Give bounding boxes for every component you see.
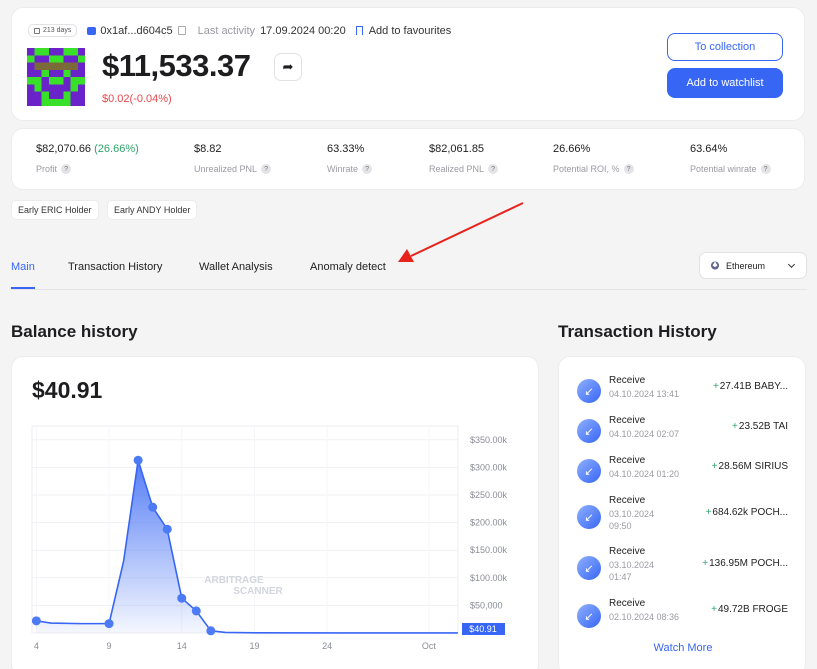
chart-area-fill: [36, 460, 458, 633]
share-button[interactable]: ➦: [274, 53, 302, 81]
help-icon[interactable]: ?: [362, 164, 373, 174]
transaction-history-title: Transaction History: [558, 322, 717, 341]
to-collection-button[interactable]: To collection: [667, 33, 783, 61]
wallet-header-card: 213 days 0x1af...d604c5 Last activity 17…: [11, 7, 805, 121]
watermark-line1: ARBITRAGE: [204, 575, 264, 586]
list-item[interactable]: ↙ Receive 03.10.2024 01:47 +136.95M POCH…: [577, 546, 792, 594]
chart-x-tick-label: 4: [34, 641, 39, 651]
holder-tag[interactable]: Early ANDY Holder: [107, 200, 198, 220]
receive-arrow-icon: ↙: [577, 419, 601, 443]
stat-potential-roi: 26.66% Potential ROI, %?: [553, 143, 634, 174]
chart-x-tick-label: 14: [177, 641, 187, 651]
add-to-favourites-link[interactable]: Add to favourites: [369, 25, 452, 37]
ethereum-icon: [710, 261, 720, 270]
help-icon[interactable]: ?: [488, 164, 499, 174]
chart-y-ticks: $50,000 $100.00k $150.00k $200.00k $250.00k $…: [470, 435, 508, 611]
chart-data-point: [133, 455, 143, 465]
chart-y-tick-label: $250.00k: [470, 490, 508, 500]
help-icon[interactable]: ?: [760, 164, 771, 174]
chart-y-tick-label: $300.00k: [470, 462, 508, 472]
tab-wallet-analysis[interactable]: Wallet Analysis: [199, 261, 273, 273]
tab-transaction-history[interactable]: Transaction History: [68, 261, 162, 273]
last-activity-value: 17.09.2024 00:20: [260, 24, 346, 37]
help-icon[interactable]: ?: [623, 164, 634, 174]
share-icon: ➦: [282, 59, 294, 74]
wallet-age-badge: 213 days: [28, 24, 78, 37]
holder-tag[interactable]: Early ERIC Holder: [11, 200, 99, 220]
balance-history-card: $40.91 ARBITRAGE SCANNER $50,000 $100.00k…: [11, 356, 539, 669]
wallet-stats-card: $82,070.66 (26.66%) Profit? $8.82 Unreal…: [11, 128, 805, 190]
chart-y-tick-label: $50,000: [470, 600, 503, 610]
chart-area-series: [36, 459, 458, 634]
chart-x-ticks: 4 9 14 19 24 Oct: [34, 641, 437, 651]
help-icon[interactable]: ?: [61, 164, 72, 174]
active-tab-indicator: [11, 287, 35, 289]
list-item[interactable]: ↙ Receive 04.10.2024 01:20 +28.56M SIRIU…: [577, 455, 792, 495]
chart-grid: [31, 425, 459, 634]
chevron-down-icon: [787, 260, 796, 268]
wallet-avatar: [27, 48, 85, 106]
chain-select[interactable]: Ethereum: [699, 252, 807, 279]
transaction-history-card: ↙ Receive 04.10.2024 13:41 +27.41B BABY.…: [558, 356, 806, 669]
calendar-icon: [34, 27, 40, 34]
receive-arrow-icon: ↙: [577, 459, 601, 483]
chain-select-value: Ethereum: [726, 260, 766, 271]
chart-y-tick-label: $350.00k: [470, 435, 508, 445]
chart-data-point: [162, 524, 172, 534]
bookmark-icon[interactable]: [355, 26, 363, 35]
chart-x-tick-label: 19: [249, 641, 259, 651]
balance-change: $0.02(-0.04%): [102, 93, 172, 105]
receive-arrow-icon: ↙: [577, 505, 601, 529]
balance-chart[interactable]: ARBITRAGE SCANNER $50,000 $100.00k $150.00…: [12, 357, 540, 669]
last-activity-label: Last activity: [197, 24, 256, 37]
chart-data-point: [31, 616, 41, 626]
chart-x-tick-label: Oct: [422, 641, 437, 651]
list-item[interactable]: ↙ Receive 04.10.2024 13:41 +27.41B BABY.…: [577, 375, 792, 415]
help-icon[interactable]: ?: [261, 164, 272, 174]
wallet-address: 0x1af...d604c5: [100, 24, 173, 37]
wallet-icon: [87, 26, 97, 35]
stat-winrate: 63.33% Winrate?: [327, 143, 373, 174]
list-item[interactable]: ↙ Receive 02.10.2024 08:36 +49.72B FROGE: [577, 598, 792, 638]
chart-data-point: [206, 626, 216, 636]
tab-main[interactable]: Main: [11, 261, 35, 273]
chart-y-tick-label: $100.00k: [470, 573, 508, 583]
chart-series-line: [36, 459, 458, 634]
receive-arrow-icon: ↙: [577, 604, 601, 628]
stat-unrealized-pnl: $8.82 Unrealized PNL?: [194, 143, 272, 174]
wallet-meta-line: 213 days 0x1af...d604c5 Last activity 17…: [28, 24, 451, 37]
chart-plot-border: [31, 425, 459, 634]
stat-profit: $82,070.66 (26.66%) Profit?: [36, 143, 139, 174]
stat-realized-pnl: $82,061.85 Realized PNL?: [429, 143, 499, 174]
list-item[interactable]: ↙ Receive 03.10.2024 09:50 +684.62k POCH…: [577, 495, 792, 543]
wallet-balance: $11,533.37: [102, 48, 251, 83]
main-tabs: Main Transaction History Wallet Analysis…: [11, 254, 807, 290]
watermark-line2: SCANNER: [233, 586, 283, 597]
chart-y-tick-label: $200.00k: [470, 518, 508, 528]
chart-x-tick-label: 9: [107, 641, 112, 651]
receive-arrow-icon: ↙: [577, 379, 601, 403]
stat-potential-winrate: 63.64% Potential winrate?: [690, 143, 771, 174]
chart-data-point: [177, 593, 187, 603]
chart-data-point: [148, 502, 158, 512]
watch-more-link[interactable]: Watch More: [559, 642, 807, 654]
current-value-label: $40.91: [469, 624, 497, 634]
tab-anomaly-detect[interactable]: Anomaly detect: [310, 261, 386, 273]
balance-history-title: Balance history: [11, 322, 138, 341]
chart-y-tick-label: $150.00k: [470, 545, 508, 555]
list-item[interactable]: ↙ Receive 04.10.2024 02:07 +23.52B TAI: [577, 415, 792, 455]
chart-x-tick-label: 24: [322, 641, 332, 651]
chart-data-point: [104, 619, 114, 629]
chart-data-point: [191, 606, 201, 616]
receive-arrow-icon: ↙: [577, 556, 601, 580]
add-to-watchlist-button[interactable]: Add to watchlist: [667, 68, 783, 98]
copy-icon[interactable]: [177, 26, 186, 35]
